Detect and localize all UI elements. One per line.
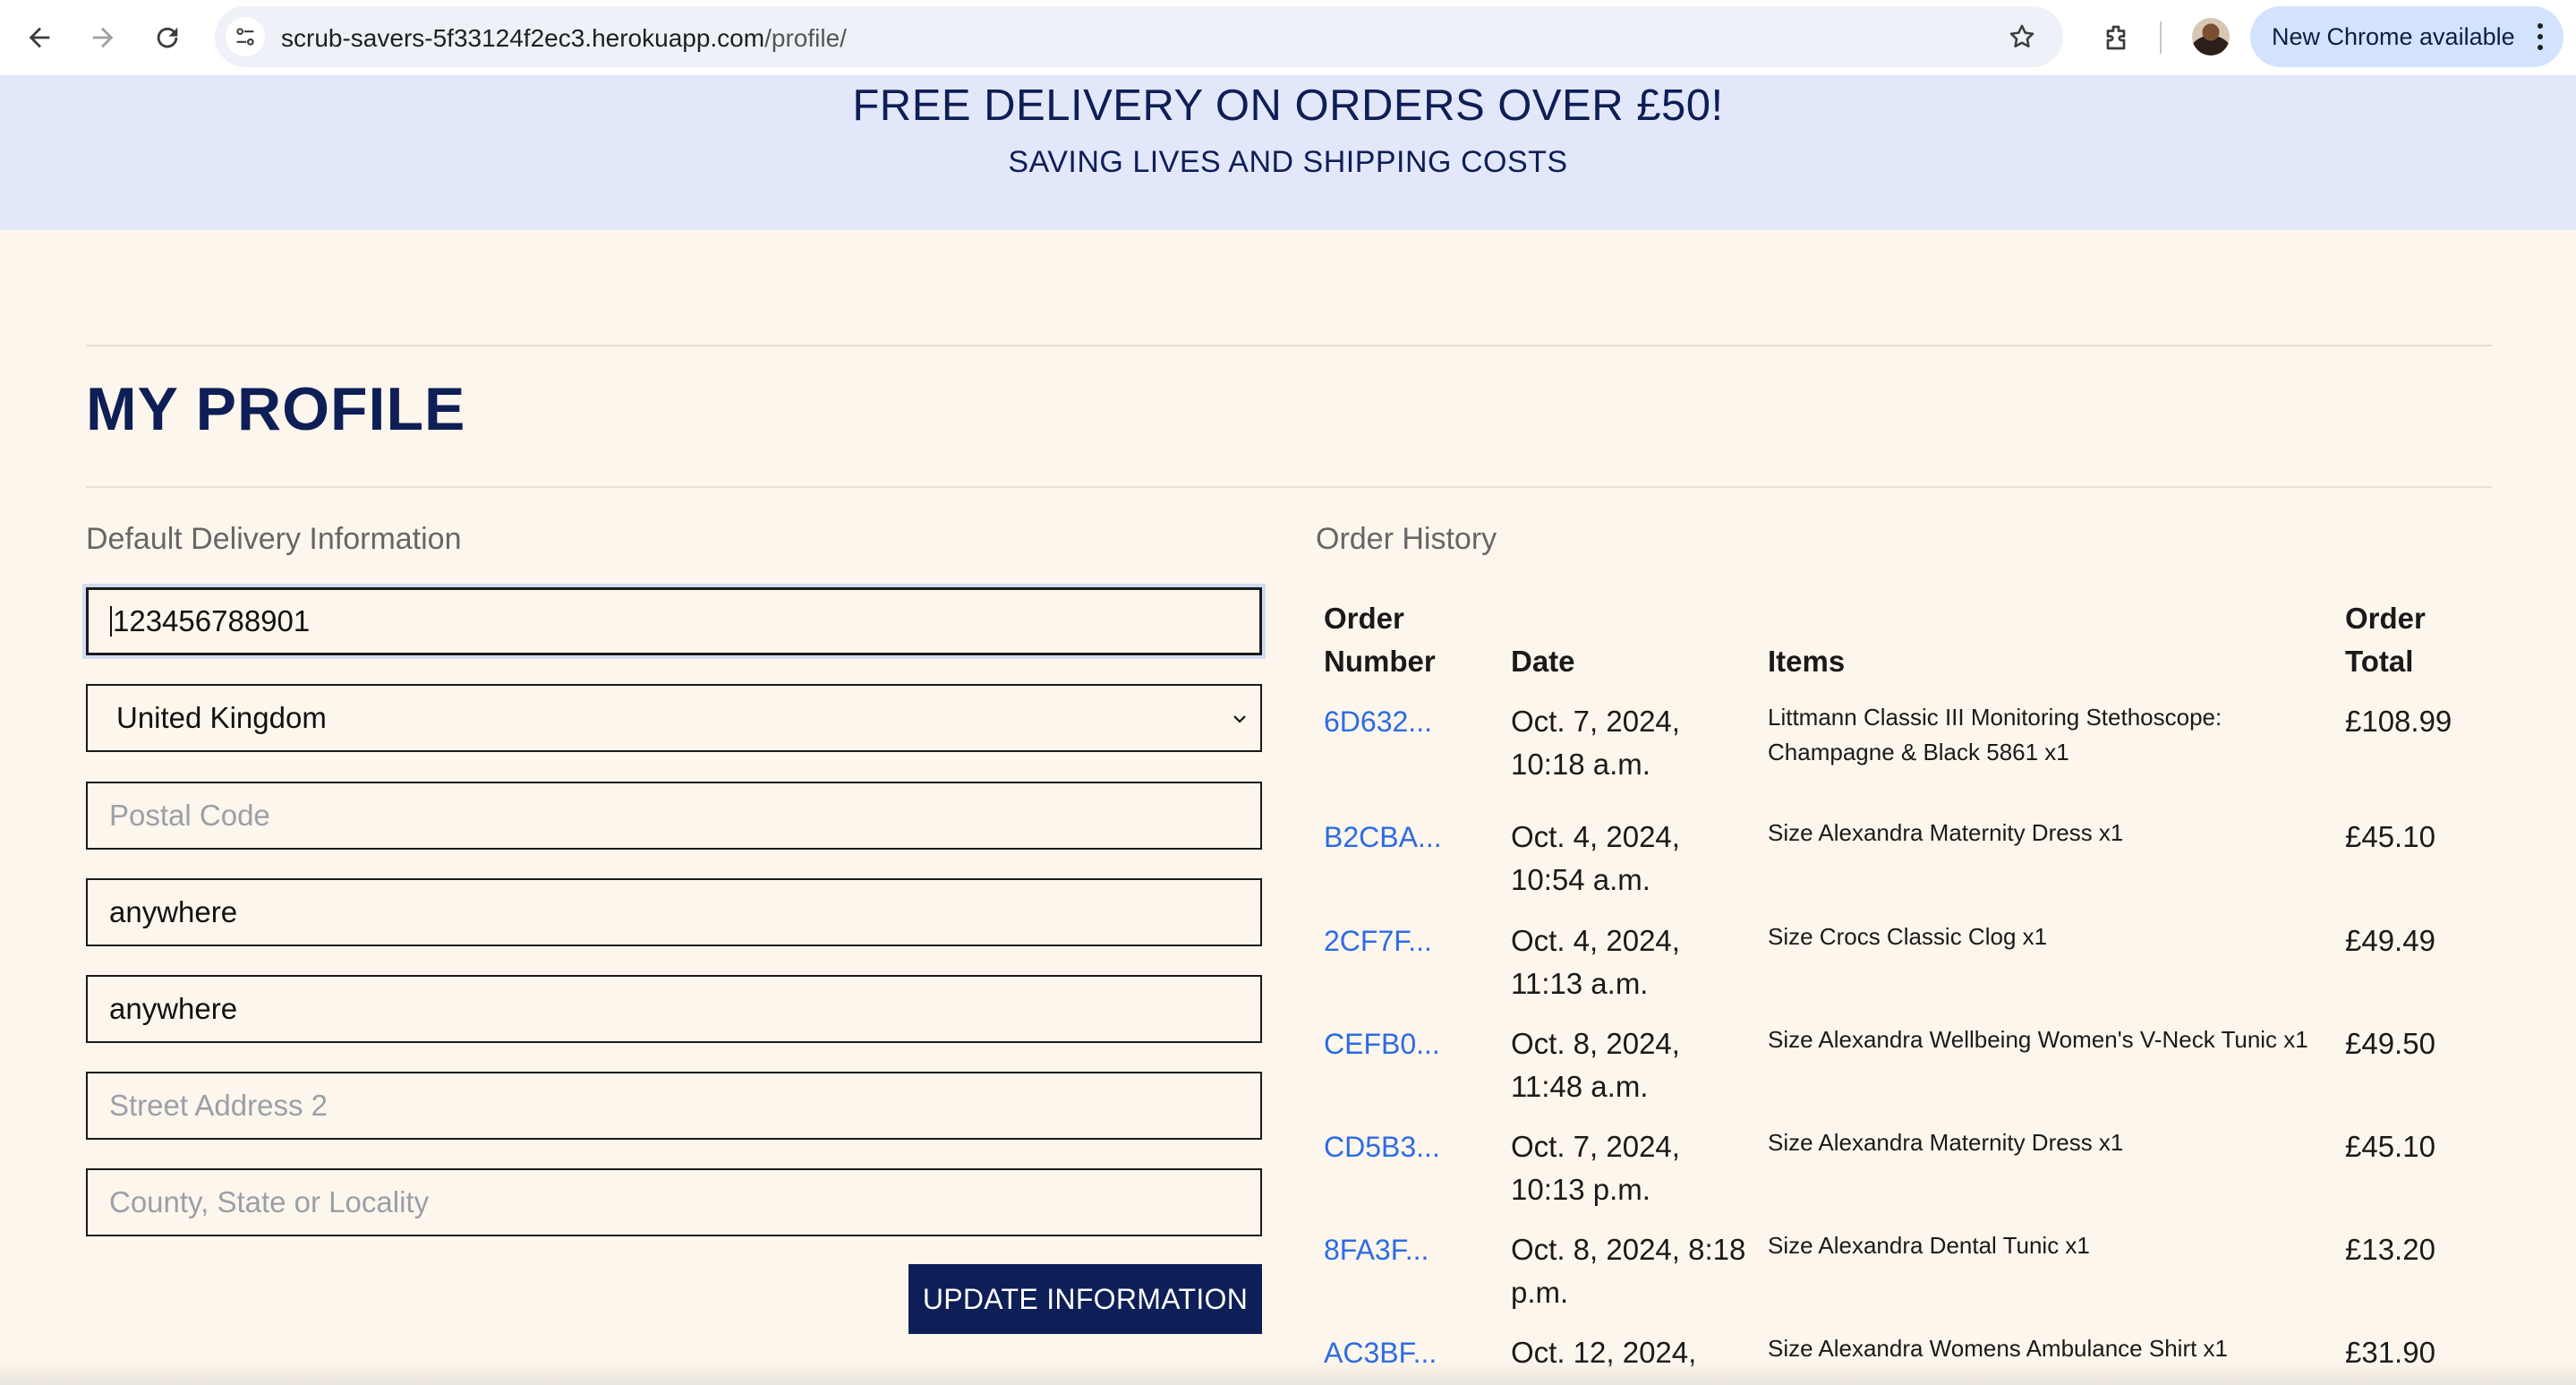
- order-total: £49.50: [2345, 1027, 2435, 1060]
- column-header-order-total-line2: Total: [2345, 645, 2414, 678]
- order-items: Size Alexandra Wellbeing Women's V-Neck …: [1768, 1026, 2308, 1053]
- street-address-2-placeholder: Street Address 2: [109, 1089, 328, 1122]
- street-address-2-field[interactable]: Street Address 2: [86, 1072, 1262, 1140]
- address-bar[interactable]: scrub-savers-5f33124f2ec3.herokuapp.com/…: [215, 6, 2063, 67]
- back-arrow-icon[interactable]: [16, 14, 63, 61]
- delivery-heading: Default Delivery Information: [86, 522, 462, 556]
- update-information-button[interactable]: UPDATE INFORMATION: [908, 1264, 1262, 1334]
- url-host: scrub-savers-5f33124f2ec3.herokuapp.com: [281, 24, 765, 52]
- bookmark-star-icon[interactable]: [2004, 19, 2040, 55]
- window-bottom-edge: [0, 1361, 2576, 1385]
- divider-title: [86, 486, 2492, 488]
- town-city-field[interactable]: anywhere: [86, 878, 1262, 946]
- url-text[interactable]: scrub-savers-5f33124f2ec3.herokuapp.com/…: [281, 24, 847, 53]
- order-date: Oct. 4, 2024, 10:54 a.m.: [1511, 820, 1680, 896]
- kebab-menu-icon[interactable]: [2537, 21, 2544, 53]
- order-date: Oct. 8, 2024, 8:18 p.m.: [1511, 1233, 1746, 1309]
- chrome-update-label: New Chrome available: [2272, 22, 2515, 50]
- order-history-heading: Order History: [1316, 522, 1497, 556]
- order-number-link[interactable]: 2CF7F...: [1324, 919, 1432, 962]
- new-chrome-available-button[interactable]: New Chrome available: [2250, 6, 2563, 67]
- forward-arrow-icon[interactable]: [80, 14, 126, 61]
- county-field[interactable]: County, State or Locality: [86, 1168, 1262, 1236]
- phone-number-field[interactable]: 123456788901: [86, 587, 1262, 655]
- order-total: £45.10: [2345, 1130, 2435, 1163]
- phone-number-value: 123456788901: [113, 604, 311, 637]
- divider-top: [86, 345, 2492, 346]
- country-select[interactable]: United Kingdom: [86, 684, 1262, 752]
- order-date: Oct. 7, 2024, 10:13 p.m.: [1511, 1130, 1680, 1206]
- order-total: £49.49: [2345, 924, 2435, 957]
- extensions-icon[interactable]: [2093, 14, 2139, 61]
- order-items: Size Alexandra Maternity Dress x1: [1768, 1129, 2124, 1156]
- order-date: Oct. 4, 2024, 11:13 a.m.: [1511, 924, 1680, 1000]
- column-header-order-total-line1: Order: [2345, 602, 2426, 635]
- order-number-link[interactable]: CEFB0...: [1324, 1022, 1440, 1065]
- text-caret: [110, 606, 112, 637]
- column-header-order-number-line1: Order: [1324, 602, 1404, 635]
- order-number-link[interactable]: 8FA3F...: [1324, 1228, 1429, 1271]
- order-date: Oct. 7, 2024, 10:18 a.m.: [1511, 705, 1680, 781]
- column-header-order-number-line2: Number: [1324, 645, 1436, 678]
- order-items: Size Crocs Classic Clog x1: [1768, 923, 2048, 950]
- town-city-value: anywhere: [109, 895, 238, 928]
- browser-toolbar: scrub-savers-5f33124f2ec3.herokuapp.com/…: [0, 0, 2576, 75]
- url-path: /profile/: [764, 24, 847, 52]
- site-info-icon[interactable]: [226, 17, 265, 56]
- county-placeholder: County, State or Locality: [109, 1185, 430, 1218]
- reload-icon[interactable]: [144, 14, 191, 61]
- order-date: Oct. 8, 2024, 11:48 a.m.: [1511, 1027, 1680, 1103]
- column-header-date: Date: [1511, 645, 1575, 678]
- banner-subtitle: SAVING LIVES AND SHIPPING COSTS: [1008, 145, 1568, 179]
- chevron-down-icon: [1233, 715, 1246, 723]
- postal-code-field[interactable]: Postal Code: [86, 782, 1262, 850]
- order-items: Littmann Classic III Monitoring Stethosc…: [1768, 704, 2222, 765]
- toolbar-divider: [2160, 21, 2162, 54]
- profile-avatar[interactable]: [2192, 18, 2230, 56]
- order-items: Size Alexandra Maternity Dress x1: [1768, 819, 2124, 846]
- order-total: £108.99: [2345, 705, 2452, 738]
- order-items: Size Alexandra Dental Tunic x1: [1768, 1232, 2090, 1259]
- column-header-order-number: Order Number: [1324, 597, 1436, 683]
- order-number-link[interactable]: B2CBA...: [1324, 816, 1442, 859]
- postal-code-placeholder: Postal Code: [109, 799, 270, 832]
- column-header-order-total: Order Total: [2345, 597, 2426, 683]
- order-number-link[interactable]: CD5B3...: [1324, 1125, 1440, 1168]
- country-value: United Kingdom: [116, 701, 327, 734]
- order-total: £45.10: [2345, 820, 2435, 853]
- order-total: £13.20: [2345, 1233, 2435, 1266]
- street-address-1-value: anywhere: [109, 992, 238, 1025]
- street-address-1-field[interactable]: anywhere: [86, 975, 1262, 1043]
- order-number-link[interactable]: 6D632...: [1324, 700, 1432, 743]
- column-header-items: Items: [1768, 645, 1846, 678]
- banner-title: FREE DELIVERY ON ORDERS OVER £50!: [852, 81, 1724, 130]
- page-title: MY PROFILE: [86, 375, 466, 443]
